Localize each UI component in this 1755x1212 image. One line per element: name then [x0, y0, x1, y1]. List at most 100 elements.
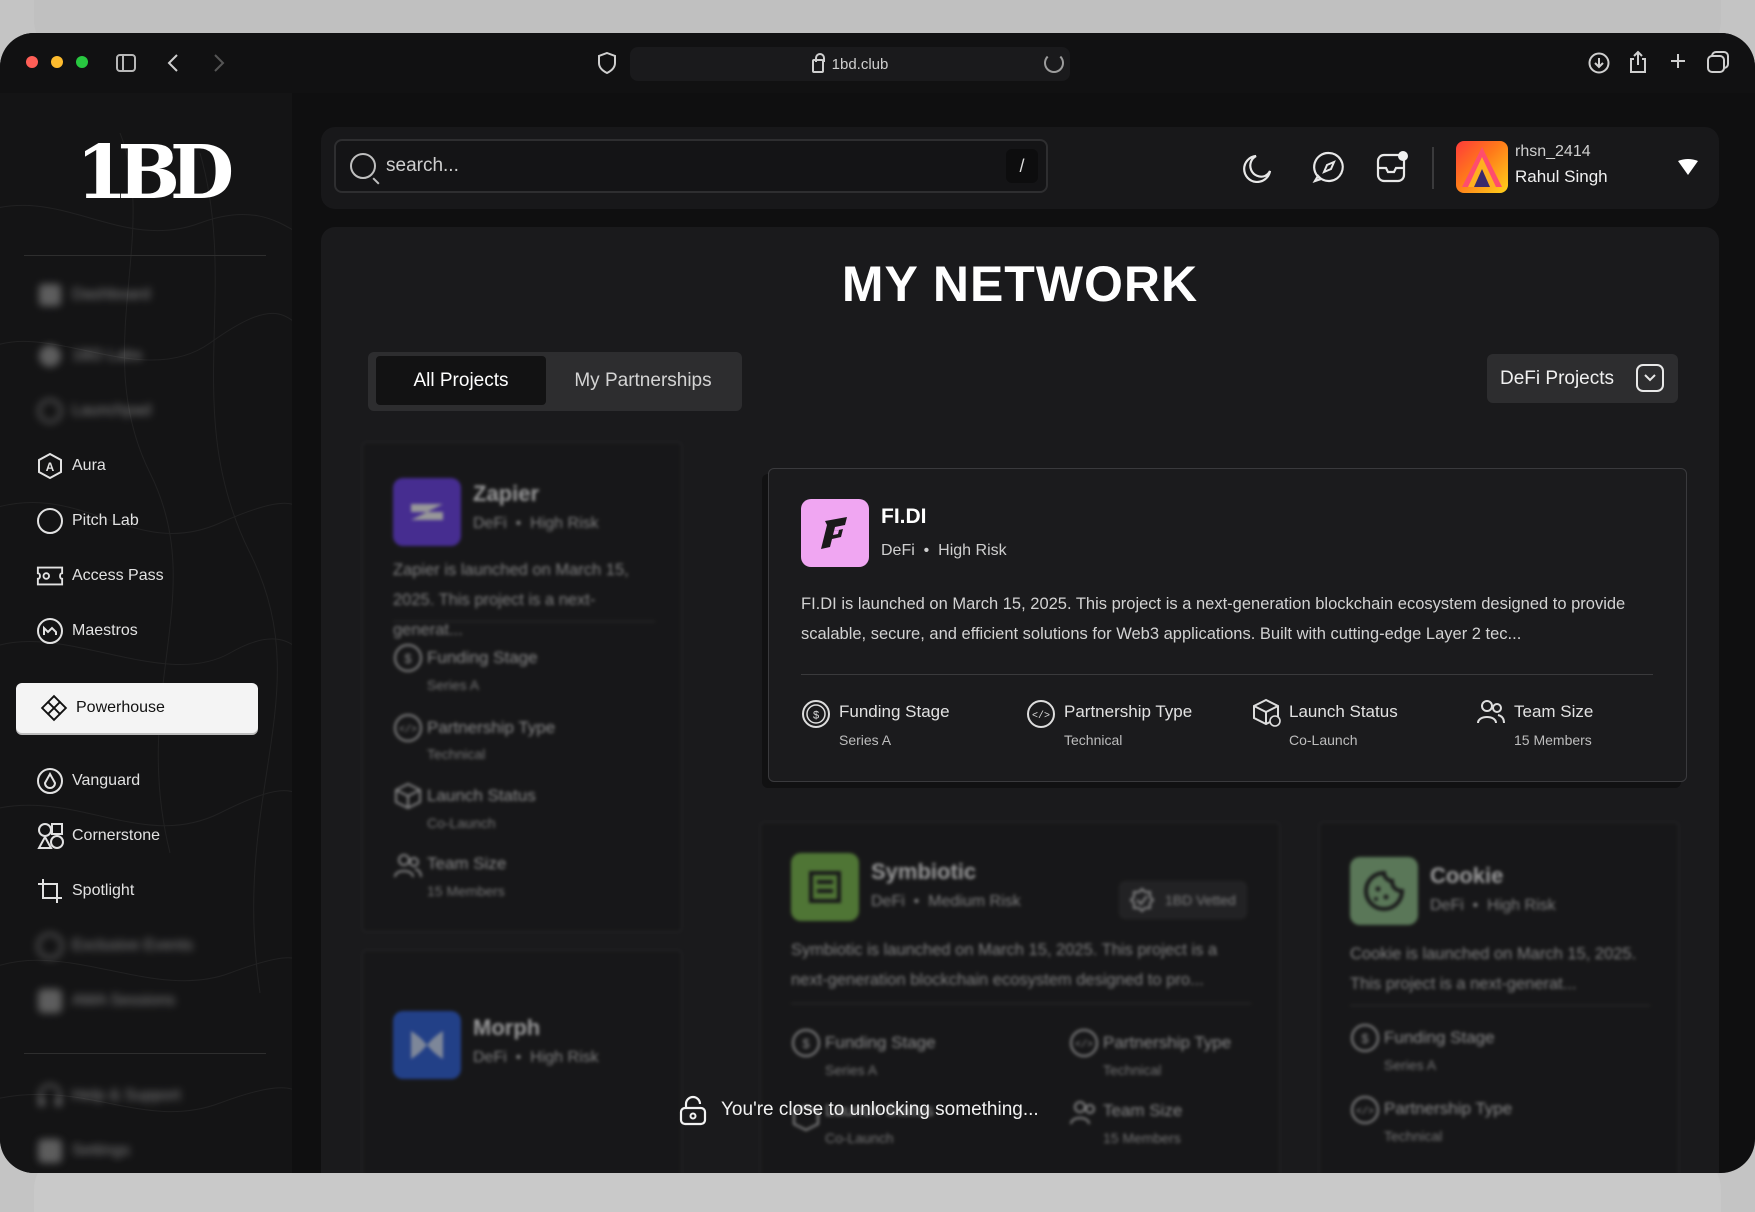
funding-icon: $ [394, 644, 422, 672]
team-icon [394, 854, 422, 878]
tab-my-partnerships[interactable]: My Partnerships [548, 356, 738, 405]
project-meta: DeFi • High Risk [881, 542, 1007, 559]
svg-text:$: $ [404, 651, 412, 666]
team-icon [1070, 1101, 1095, 1125]
svg-text:</>: </> [1356, 1106, 1374, 1118]
svg-text:$: $ [1361, 1031, 1369, 1046]
code-icon: </> [1351, 1096, 1379, 1124]
reload-icon[interactable] [1044, 53, 1064, 73]
lock-icon [811, 53, 825, 73]
zoom-window-button[interactable] [76, 56, 88, 68]
stat-value: Co-Launch [1289, 732, 1358, 748]
stat-label: Launch Status [1289, 702, 1398, 721]
search-icon [350, 153, 376, 179]
settings-icon [36, 1137, 64, 1165]
shield-icon[interactable] [598, 51, 616, 78]
url-text: 1bd.club [831, 55, 889, 73]
card-divider [1350, 1005, 1650, 1006]
stat-label: Team Size [427, 854, 507, 873]
project-card-cookie[interactable]: Cookie DeFi • High Risk Cookie is launch… [1318, 821, 1680, 1173]
svg-text:$: $ [813, 710, 819, 722]
browser-window: 1bd.club 1BD Dashboard 1BD Labs Launchpa… [0, 33, 1755, 1173]
stat-label: Launch Status [427, 786, 536, 805]
project-card-zapier[interactable]: Zapier DeFi • High Risk Zapier is launch… [361, 441, 683, 933]
page-title: MY NETWORK [841, 256, 1199, 312]
dark-mode-icon[interactable] [1241, 149, 1277, 185]
project-description: Cookie is launched on March 15, 2025. Th… [1350, 945, 1637, 993]
download-icon[interactable] [1588, 52, 1610, 78]
sidebar-item-ama-sessions[interactable]: AMA Sessions [36, 983, 175, 1019]
sidebar-item-dashboard[interactable]: Dashboard [36, 277, 150, 313]
sidebar-item-settings[interactable]: Settings [36, 1133, 130, 1169]
project-card-morph[interactable]: Morph DeFi • High Risk [361, 949, 683, 1173]
search-box[interactable]: / [334, 139, 1048, 193]
sidebar-item-maestros[interactable]: Maestros [36, 613, 138, 649]
sidebar-item-access-pass[interactable]: Access Pass [36, 558, 164, 594]
sidebar-item-powerhouse[interactable]: Powerhouse [16, 683, 258, 733]
stat-value: Series A [1384, 1057, 1437, 1073]
sidebar-item-aura[interactable]: A Aura [36, 448, 106, 484]
stat-label: Partnership Type [427, 718, 556, 737]
sidebar-item-vanguard[interactable]: Vanguard [36, 763, 140, 799]
sidebar-item-labs[interactable]: 1BD Labs [36, 338, 142, 374]
project-description: FI.DI is launched on March 15, 2025. Thi… [801, 595, 1626, 643]
close-window-button[interactable] [26, 56, 38, 68]
svg-text:</>: </> [399, 724, 417, 736]
address-bar[interactable]: 1bd.club [630, 47, 1070, 81]
maestros-icon [36, 617, 64, 645]
sidebar-item-spotlight[interactable]: Spotlight [36, 873, 134, 909]
project-name: Symbiotic [871, 859, 977, 884]
project-tabs: All Projects My Partnerships [368, 352, 742, 411]
sidebar-item-cornerstone[interactable]: Cornerstone [36, 818, 160, 854]
explore-icon[interactable] [1311, 149, 1347, 185]
project-meta: DeFi • High Risk [1430, 897, 1556, 914]
sidebar-item-pitch-lab[interactable]: Pitch Lab [36, 503, 139, 539]
sidebar-item-launchpad[interactable]: Launchpad [36, 393, 151, 429]
project-meta: DeFi • High Risk [473, 515, 599, 532]
back-icon[interactable] [166, 53, 180, 77]
sidebar-item-help-support[interactable]: Help & Support [36, 1078, 181, 1114]
svg-text:</>: </> [1075, 1039, 1093, 1051]
stat-value: Series A [825, 1062, 878, 1078]
project-name: Morph [473, 1015, 541, 1040]
browser-toolbar: 1bd.club [0, 33, 1755, 93]
sidebar-toggle-icon[interactable] [116, 53, 136, 77]
forward-icon[interactable] [212, 53, 226, 77]
svg-text:A: A [46, 460, 55, 474]
project-name: Zapier [473, 481, 540, 506]
event-icon [36, 932, 64, 960]
card-divider [791, 1003, 1251, 1004]
top-bar: / rhsn_2414 Rahul Singh [321, 127, 1719, 209]
category-filter[interactable]: DeFi Projects [1487, 354, 1678, 403]
stat-label: Funding Stage [427, 648, 538, 667]
card-divider [801, 674, 1653, 675]
search-input[interactable] [386, 155, 966, 177]
sidebar-item-exclusive-events[interactable]: Exclusive Events [36, 928, 193, 964]
project-meta: DeFi • Medium Risk [871, 893, 1021, 910]
vetted-badge: 1BD Vetted [1119, 881, 1247, 919]
toast-text: You're close to unlocking something... [721, 1099, 1039, 1120]
dashboard-icon [36, 281, 64, 309]
brand-logo[interactable]: 1BD [76, 136, 234, 210]
avatar[interactable] [1456, 141, 1508, 193]
tab-all-projects[interactable]: All Projects [376, 356, 546, 405]
crop-icon [36, 877, 64, 905]
search-shortcut-key: / [1006, 149, 1038, 183]
stat-label: Partnership Type [1103, 1033, 1232, 1052]
tab-overview-icon[interactable] [1707, 51, 1729, 77]
stat-value: 15 Members [427, 883, 505, 899]
stat-value: Technical [1103, 1062, 1162, 1078]
stat-value: 15 Members [1514, 732, 1592, 748]
new-tab-icon[interactable] [1669, 52, 1687, 74]
lock-icon [679, 1095, 707, 1126]
project-card-fidi[interactable]: FI.DI DeFi • High Risk FI.DI is launched… [768, 468, 1687, 782]
minimize-window-button[interactable] [51, 56, 63, 68]
chevron-down-icon[interactable] [1676, 155, 1700, 184]
diamond-icon [40, 694, 68, 722]
share-icon[interactable] [1628, 50, 1648, 78]
ticket-icon [36, 562, 64, 590]
code-icon: </> [394, 714, 422, 742]
stat-value: Series A [839, 732, 892, 748]
notifications-icon[interactable] [1374, 149, 1410, 185]
funding-icon: $ [792, 1029, 820, 1057]
